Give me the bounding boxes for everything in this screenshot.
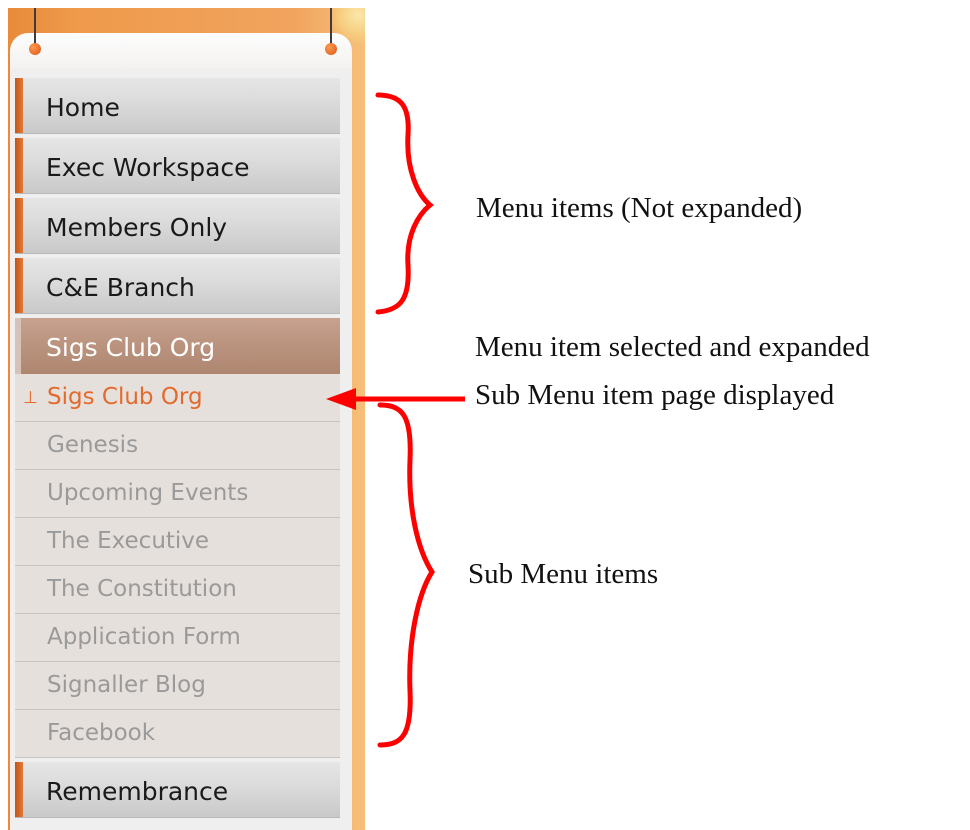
menu-item-sigs-club-org-selected[interactable]: Sigs Club Org xyxy=(15,318,340,374)
submenu-item-upcoming-events[interactable]: Upcoming Events xyxy=(15,470,340,518)
submenu-item-application-form[interactable]: Application Form xyxy=(15,614,340,662)
submenu-item-label: Sigs Club Org xyxy=(47,384,203,410)
note-menu-items: Menu items (Not expanded) xyxy=(476,192,803,224)
submenu-item-sigs-club-org[interactable]: ⊥ Sigs Club Org xyxy=(15,374,340,422)
menu-item-remembrance[interactable]: Remembrance xyxy=(15,762,340,818)
menu-item-label: Sigs Club Org xyxy=(46,333,216,362)
submenu-item-signaller-blog[interactable]: Signaller Blog xyxy=(15,662,340,710)
menu-item-accent xyxy=(15,762,23,817)
submenu-item-label: Application Form xyxy=(47,624,241,650)
pin-left-icon xyxy=(29,43,41,55)
submenu-item-the-executive[interactable]: The Executive xyxy=(15,518,340,566)
submenu-item-label: Signaller Blog xyxy=(47,672,206,698)
submenu-item-label: Facebook xyxy=(47,720,156,746)
menu-item-label: Members Only xyxy=(46,213,228,242)
note-selected-expanded: Menu item selected and expanded xyxy=(475,331,870,363)
menu-item-accent xyxy=(15,138,23,193)
note-submenu-items: Sub Menu items xyxy=(468,558,659,590)
submenu-item-facebook[interactable]: Facebook xyxy=(15,710,340,758)
menu-item-label: C&E Branch xyxy=(46,273,195,302)
pin-right-icon xyxy=(325,43,337,55)
menu-item-home[interactable]: Home xyxy=(15,78,340,134)
menu-item-ce-branch[interactable]: C&E Branch xyxy=(15,258,340,314)
hanging-string-right xyxy=(330,8,332,46)
hanging-string-left xyxy=(34,8,36,46)
submenu-item-label: The Executive xyxy=(47,528,210,554)
menu-item-exec-workspace[interactable]: Exec Workspace xyxy=(15,138,340,194)
menu-item-accent xyxy=(15,198,23,253)
menu-item-label: Remembrance xyxy=(46,777,229,806)
menu-item-accent xyxy=(15,78,23,133)
submenu-item-label: The Constitution xyxy=(47,576,237,602)
submenu-item-label: Genesis xyxy=(47,432,139,458)
current-page-icon: ⊥ xyxy=(23,388,38,408)
submenu: ⊥ Sigs Club Org Genesis Upcoming Events … xyxy=(15,374,340,758)
menu-item-members-only[interactable]: Members Only xyxy=(15,198,340,254)
menu-item-label: Exec Workspace xyxy=(46,153,250,182)
menu-item-label: Home xyxy=(46,93,120,122)
submenu-item-the-constitution[interactable]: The Constitution xyxy=(15,566,340,614)
menu-item-accent xyxy=(15,258,23,313)
submenu-item-genesis[interactable]: Genesis xyxy=(15,422,340,470)
nav-menu: Home Exec Workspace Members Only C&E Bra… xyxy=(15,78,340,822)
brace-submenu-items xyxy=(377,402,435,748)
menu-item-accent xyxy=(15,318,21,374)
brace-menu-items xyxy=(375,92,434,315)
submenu-item-label: Upcoming Events xyxy=(47,480,249,506)
note-submenu-page: Sub Menu item page displayed xyxy=(475,379,835,411)
